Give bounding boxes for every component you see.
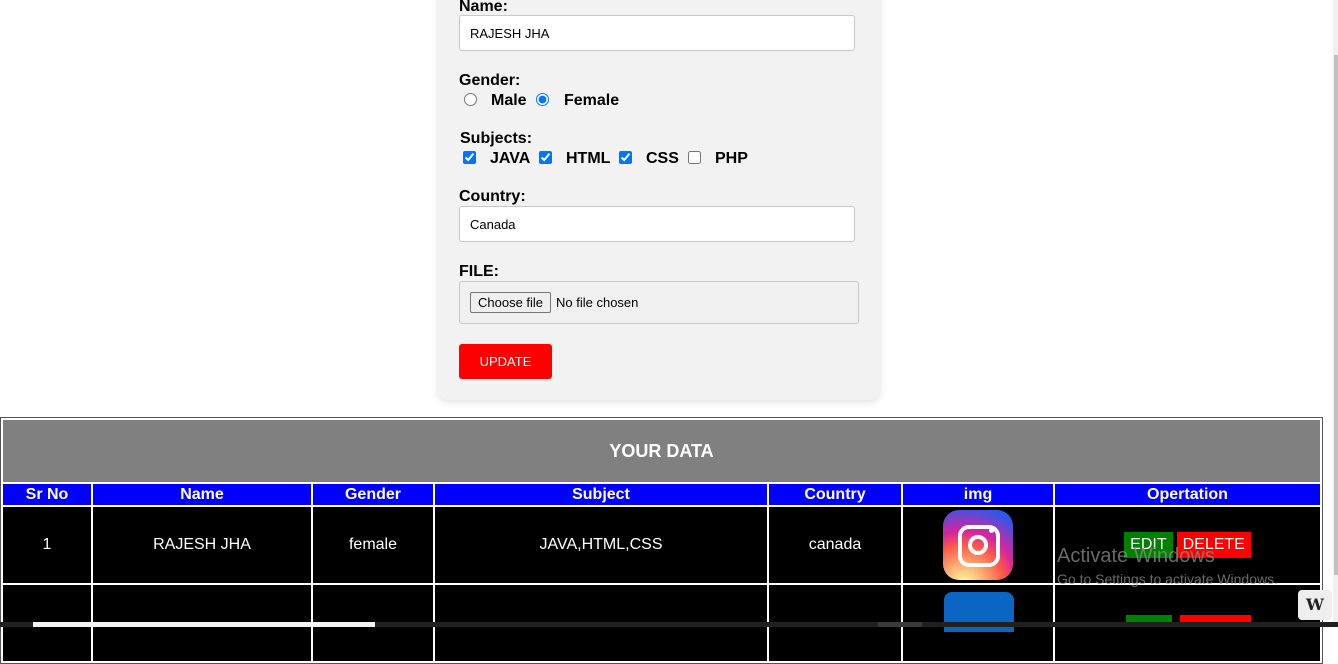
- gender-option-male-label: Male: [491, 92, 527, 109]
- subject-html-label: HTML: [566, 150, 611, 167]
- w-app-icon[interactable]: W: [1298, 590, 1332, 620]
- watermark-subtitle: Go to Settings to activate Windows.: [1057, 571, 1278, 587]
- subject-java-label: JAVA: [490, 150, 531, 167]
- cell-sr-no: 1: [3, 507, 91, 583]
- gender-radio-male[interactable]: [464, 93, 477, 106]
- cell-gender: female: [313, 507, 433, 583]
- taskbar-item-2[interactable]: [878, 622, 922, 627]
- subject-checkbox-css[interactable]: [619, 151, 632, 164]
- windows-activation-watermark: Activate Windows Go to Settings to activ…: [1057, 545, 1278, 587]
- choose-file-button[interactable]: Choose file: [470, 292, 552, 313]
- subject-checkbox-java[interactable]: [463, 151, 476, 164]
- name-input[interactable]: [459, 15, 855, 51]
- subject-css-label: CSS: [646, 150, 679, 167]
- file-input[interactable]: Choose file No file chosen: [459, 281, 859, 324]
- country-input[interactable]: [459, 206, 855, 242]
- watermark-title: Activate Windows: [1057, 545, 1215, 567]
- header-name: Name: [93, 484, 311, 505]
- taskbar-item[interactable]: [33, 622, 375, 627]
- country-label: Country:: [459, 188, 526, 205]
- file-status: No file chosen: [556, 295, 639, 310]
- header-gender: Gender: [313, 484, 433, 505]
- cell-subject: JAVA,HTML,CSS: [435, 507, 767, 583]
- name-label: Name:: [459, 0, 508, 15]
- subjects-label: Subjects:: [460, 130, 533, 147]
- instagram-icon: [943, 510, 1013, 580]
- cell-name: RAJESH JHA: [93, 507, 311, 583]
- gender-label: Gender:: [459, 72, 521, 89]
- scrollbar-thumb[interactable]: [1334, 55, 1338, 575]
- subject-checkbox-html[interactable]: [539, 151, 552, 164]
- update-button[interactable]: UPDATE: [459, 344, 552, 379]
- table-caption: YOUR DATA: [3, 420, 1320, 482]
- header-subject: Subject: [435, 484, 767, 505]
- gender-radio-female[interactable]: [536, 93, 549, 106]
- header-img: img: [903, 484, 1053, 505]
- subject-php-label: PHP: [715, 150, 748, 167]
- file-label: FILE:: [459, 263, 499, 280]
- header-operation: Opertation: [1055, 484, 1320, 505]
- cell-country: canada: [769, 507, 901, 583]
- cell-img: [903, 507, 1053, 583]
- subject-checkbox-php[interactable]: [688, 151, 701, 164]
- gender-option-female-label: Female: [564, 92, 620, 109]
- table-header-row: Sr No Name Gender Subject Country img Op…: [3, 484, 1320, 505]
- header-sr-no: Sr No: [3, 484, 91, 505]
- header-country: Country: [769, 484, 901, 505]
